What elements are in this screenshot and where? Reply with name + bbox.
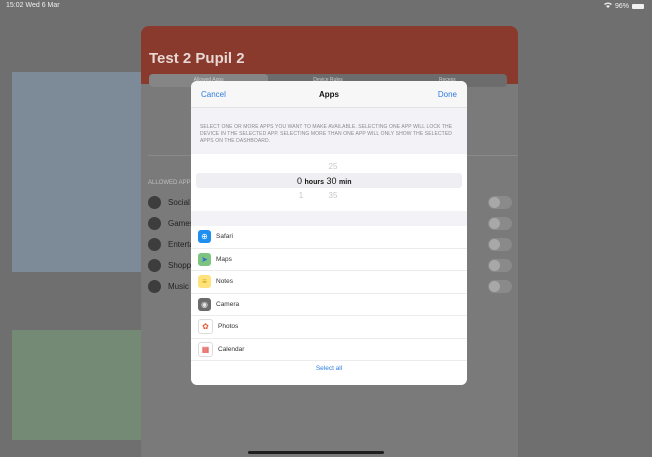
description-text: SELECT ONE OR MORE APPS YOU WANT TO MAKE… — [200, 124, 453, 144]
toggle-music[interactable] — [488, 280, 512, 293]
picker-minutes-above: 25 — [328, 162, 338, 171]
category-row-music[interactable]: Music — [148, 279, 189, 293]
apps-modal: Cancel Apps Done SELECT ONE OR MORE APPS… — [191, 81, 467, 385]
app-row-camera[interactable]: ◉ Camera — [191, 294, 467, 316]
toggle-social[interactable] — [488, 196, 512, 209]
background-panel — [12, 72, 142, 272]
duration-picker[interactable]: 25 0 hours 30 min 1 35 — [191, 154, 467, 211]
notes-icon: ≡ — [198, 275, 211, 289]
photos-icon: ✿ — [198, 319, 213, 335]
picker-current-value: 0 hours 30 min — [297, 176, 352, 186]
section-label: ALLOWED APPS — [148, 180, 195, 186]
entertainment-icon — [148, 237, 161, 251]
wifi-icon — [603, 2, 612, 10]
app-row-notes[interactable]: ≡ Notes — [191, 271, 467, 294]
section-gap — [191, 211, 467, 226]
app-row-maps[interactable]: ➤ Maps — [191, 249, 467, 271]
background-panel-bottom — [12, 330, 142, 440]
app-row-calendar[interactable]: ▦ Calendar — [191, 339, 467, 361]
app-label: Maps — [216, 255, 232, 263]
app-label: Camera — [216, 300, 240, 308]
shopping-icon — [148, 258, 161, 272]
status-time: 15:02 Wed 6 Mar — [6, 2, 60, 9]
music-icon — [148, 279, 161, 293]
picker-minutes-below: 35 — [328, 191, 338, 200]
app-label: Photos — [218, 323, 239, 331]
battery-percentage: 96% — [614, 2, 629, 10]
toggle-games[interactable] — [488, 217, 512, 230]
modal-title: Apps — [319, 90, 339, 99]
modal-description: SELECT ONE OR MORE APPS YOU WANT TO MAKE… — [191, 108, 467, 154]
safari-icon: ⊕ — [198, 230, 211, 244]
select-all-button[interactable]: Select all — [191, 365, 467, 372]
camera-icon: ◉ — [198, 297, 211, 311]
toggle-shopping[interactable] — [488, 259, 512, 272]
games-icon — [148, 216, 161, 230]
battery-icon — [632, 3, 644, 9]
app-label: Safari — [216, 233, 233, 241]
app-row-safari[interactable]: ⊕ Safari — [191, 226, 467, 249]
social-icon — [148, 195, 161, 209]
picker-hours-below: 1 — [298, 191, 304, 200]
app-list: ⊕ Safari ➤ Maps ≡ Notes ◉ Camera ✿ Photos ▦ Calenda… — [191, 226, 467, 361]
maps-icon: ➤ — [198, 252, 211, 266]
app-label: Notes — [216, 278, 233, 286]
app-row-photos[interactable]: ✿ Photos — [191, 316, 467, 339]
modal-header: Cancel Apps Done — [191, 81, 467, 108]
status-bar: 15:02 Wed 6 Mar 96% — [0, 0, 652, 12]
toggle-entertainment[interactable] — [488, 238, 512, 251]
category-row-games[interactable]: Games — [148, 216, 194, 230]
app-label: Calendar — [218, 345, 245, 353]
calendar-icon: ▦ — [198, 341, 213, 357]
pupil-title: Test 2 Pupil 2 — [149, 50, 245, 67]
category-row-social[interactable]: Social — [148, 195, 190, 209]
status-right: 96% — [603, 2, 644, 10]
done-button[interactable]: Done — [438, 90, 457, 99]
home-indicator — [248, 451, 384, 454]
